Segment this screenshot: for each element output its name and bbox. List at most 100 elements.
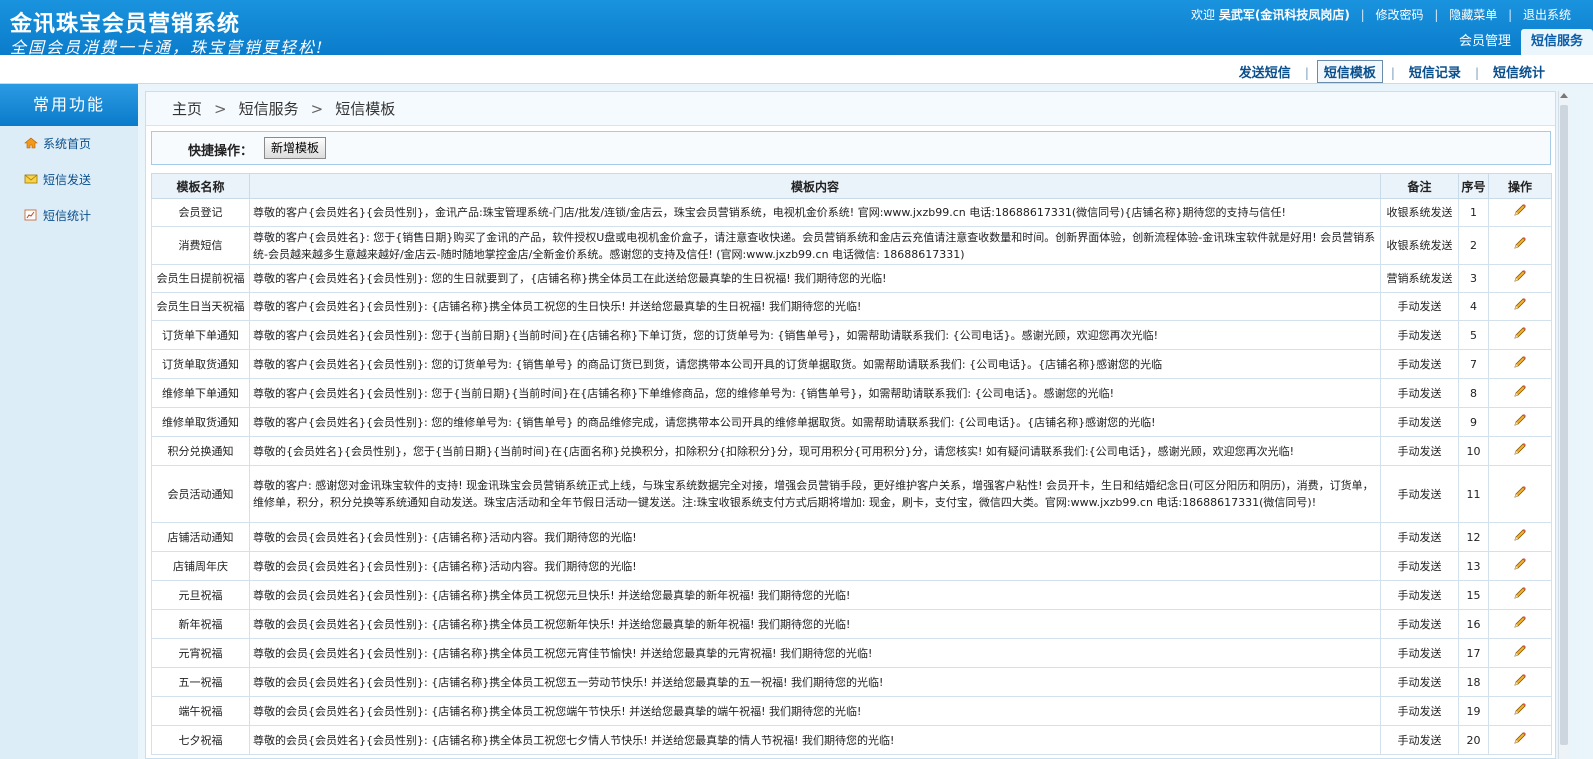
template-content-cell: 尊敬的客户{会员姓名}{会员性别}: 您于{当前日期}{当前时间}在{店铺名称}… — [249, 320, 1381, 350]
edit-pencil-icon[interactable] — [1513, 586, 1527, 600]
template-content-cell: 尊敬的{会员姓名}{会员性别}，您于{当前日期}{当前时间}在{店面名称}兑换积… — [249, 436, 1381, 466]
edit-pencil-icon[interactable] — [1513, 297, 1527, 311]
sidebar-item-send-sms[interactable]: 短信发送 — [0, 162, 138, 198]
vertical-scrollbar[interactable] — [1558, 91, 1569, 759]
template-name-cell: 会员生日提前祝福 — [151, 264, 250, 293]
template-content-cell: 尊敬的客户{会员姓名}{会员性别}: 您于{当前日期}{当前时间}在{店铺名称}… — [249, 378, 1381, 408]
scroll-up-arrow-icon[interactable] — [1560, 93, 1568, 98]
template-content-cell: 尊敬的客户{会员姓名}{会员性别}: 您的生日就要到了，{店铺名称}携全体员工在… — [249, 264, 1381, 293]
template-name-cell: 订货单取货通知 — [151, 349, 250, 379]
template-note-cell: 收银系统发送 — [1380, 198, 1459, 227]
edit-pencil-icon[interactable] — [1513, 236, 1527, 250]
edit-pencil-icon[interactable] — [1513, 615, 1527, 629]
template-note-cell: 手动发送 — [1380, 407, 1459, 437]
template-name-cell: 店铺周年庆 — [151, 551, 250, 581]
table-row: 订货单下单通知 尊敬的客户{会员姓名}{会员性别}: 您于{当前日期}{当前时间}… — [151, 320, 1552, 350]
template-name-cell: 维修单取货通知 — [151, 407, 250, 437]
sidebar-item-label: 短信统计 — [43, 209, 92, 223]
template-note-cell: 手动发送 — [1380, 292, 1459, 321]
template-content-cell: 尊敬的客户{会员姓名}{会员性别}: 您的订货单号为: {销售单号} 的商品订货… — [249, 349, 1381, 379]
sidebar: 常用功能 系统首页 短信发送 短信统计 — [0, 84, 138, 759]
edit-pencil-icon[interactable] — [1513, 485, 1527, 499]
template-seq-cell: 13 — [1458, 551, 1489, 581]
action-cell — [1488, 264, 1552, 293]
quick-actions-label: 快捷操作： — [188, 144, 254, 159]
template-seq-cell: 20 — [1458, 725, 1489, 755]
subnav-sms-stats[interactable]: 短信统计 — [1487, 61, 1551, 82]
divider: | — [1434, 8, 1439, 22]
template-seq-cell: 2 — [1458, 226, 1489, 265]
add-template-button[interactable]: 新增模板 — [264, 137, 327, 159]
template-name-cell: 会员生日当天祝福 — [151, 292, 250, 321]
username-label: 吴武军(金讯科技凤岗店) — [1218, 8, 1350, 22]
template-note-cell: 手动发送 — [1380, 378, 1459, 408]
breadcrumb-current: 短信模板 — [335, 100, 396, 118]
edit-pencil-icon[interactable] — [1513, 442, 1527, 456]
template-name-cell: 端午祝福 — [151, 696, 250, 726]
edit-pencil-icon[interactable] — [1513, 673, 1527, 687]
template-name-cell: 积分兑换通知 — [151, 436, 250, 466]
action-cell — [1488, 696, 1552, 726]
template-name-cell: 新年祝福 — [151, 609, 250, 639]
main-tabs: 会员管理 短信服务 — [1449, 29, 1593, 55]
change-password-link[interactable]: 修改密码 — [1376, 6, 1424, 23]
template-note-cell: 手动发送 — [1380, 522, 1459, 552]
subnav-sms-records[interactable]: 短信记录 — [1403, 61, 1467, 82]
breadcrumb: 主页 > 短信服务 > 短信模板 — [146, 92, 1555, 126]
tab-member-management[interactable]: 会员管理 — [1449, 29, 1521, 55]
edit-pencil-icon[interactable] — [1513, 203, 1527, 217]
scrollbar-thumb[interactable] — [1560, 105, 1568, 745]
template-seq-cell: 12 — [1458, 522, 1489, 552]
template-content-cell: 尊敬的会员{会员姓名}{会员性别}: {店铺名称}携全体员工祝您元宵佳节愉快! … — [249, 638, 1381, 668]
template-seq-cell: 11 — [1458, 465, 1489, 523]
template-seq-cell: 10 — [1458, 436, 1489, 466]
breadcrumb-home[interactable]: 主页 — [172, 100, 202, 118]
template-seq-cell: 8 — [1458, 378, 1489, 408]
tab-sms-service[interactable]: 短信服务 — [1520, 29, 1593, 55]
quick-actions-bar: 快捷操作： 新增模板 — [151, 131, 1551, 165]
table-row: 店铺周年庆 尊敬的会员{会员姓名}{会员性别}: {店铺名称}活动内容。我们期待您… — [151, 551, 1552, 581]
subnav-sms-templates[interactable]: 短信模板 — [1316, 60, 1383, 83]
template-seq-cell: 18 — [1458, 667, 1489, 697]
sidebar-item-sms-stats[interactable]: 短信统计 — [0, 198, 138, 234]
template-content-cell: 尊敬的会员{会员姓名}{会员性别}: {店铺名称}携全体员工祝您五一劳动节快乐!… — [249, 667, 1381, 697]
edit-pencil-icon[interactable] — [1513, 644, 1527, 658]
table-row: 会员生日提前祝福 尊敬的客户{会员姓名}{会员性别}: 您的生日就要到了，{店铺名… — [151, 264, 1552, 293]
logout-link[interactable]: 退出系统 — [1523, 6, 1571, 23]
action-cell — [1488, 349, 1552, 379]
edit-pencil-icon[interactable] — [1513, 557, 1527, 571]
edit-pencil-icon[interactable] — [1513, 702, 1527, 716]
column-header-note: 备注 — [1380, 173, 1459, 199]
action-cell — [1488, 292, 1552, 321]
sidebar-item-label: 系统首页 — [43, 137, 92, 151]
table-header-row: 模板名称 模板内容 备注 序号 操作 — [151, 173, 1552, 199]
table-row: 新年祝福 尊敬的会员{会员姓名}{会员性别}: {店铺名称}携全体员工祝您新年快乐… — [151, 609, 1552, 639]
edit-pencil-icon[interactable] — [1513, 355, 1527, 369]
table-row: 消费短信 尊敬的客户{会员姓名}: 您于{销售日期}购买了金讯的产品，软件授权U盘… — [151, 226, 1552, 265]
hide-menu-link[interactable]: 隐藏菜单 — [1449, 6, 1497, 23]
action-cell — [1488, 667, 1552, 697]
edit-pencil-icon[interactable] — [1513, 326, 1527, 340]
breadcrumb-sms-service[interactable]: 短信服务 — [239, 100, 299, 118]
template-note-cell: 手动发送 — [1380, 725, 1459, 755]
template-seq-cell: 7 — [1458, 349, 1489, 379]
template-seq-cell: 1 — [1458, 198, 1489, 227]
template-note-cell: 手动发送 — [1380, 320, 1459, 350]
table-row: 会员活动通知 尊敬的客户: 感谢您对金讯珠宝软件的支持! 现金讯珠宝会员营销系统正… — [151, 465, 1552, 523]
action-cell — [1488, 551, 1552, 581]
sidebar-item-label: 短信发送 — [43, 173, 92, 187]
edit-pencil-icon[interactable] — [1513, 384, 1527, 398]
divider: | — [1360, 8, 1365, 22]
chart-icon — [24, 209, 37, 221]
template-note-cell: 手动发送 — [1380, 465, 1459, 523]
template-note-cell: 手动发送 — [1380, 349, 1459, 379]
edit-pencil-icon[interactable] — [1513, 413, 1527, 427]
edit-pencil-icon[interactable] — [1513, 528, 1527, 542]
edit-pencil-icon[interactable] — [1513, 269, 1527, 283]
subnav-send-sms[interactable]: 发送短信 — [1233, 61, 1297, 82]
sidebar-item-home[interactable]: 系统首页 — [0, 126, 138, 162]
template-note-cell: 手动发送 — [1380, 609, 1459, 639]
edit-pencil-icon[interactable] — [1513, 731, 1527, 745]
template-content-cell: 尊敬的会员{会员姓名}{会员性别}: {店铺名称}携全体员工祝您元旦快乐! 并送… — [249, 580, 1381, 610]
template-seq-cell: 3 — [1458, 264, 1489, 293]
